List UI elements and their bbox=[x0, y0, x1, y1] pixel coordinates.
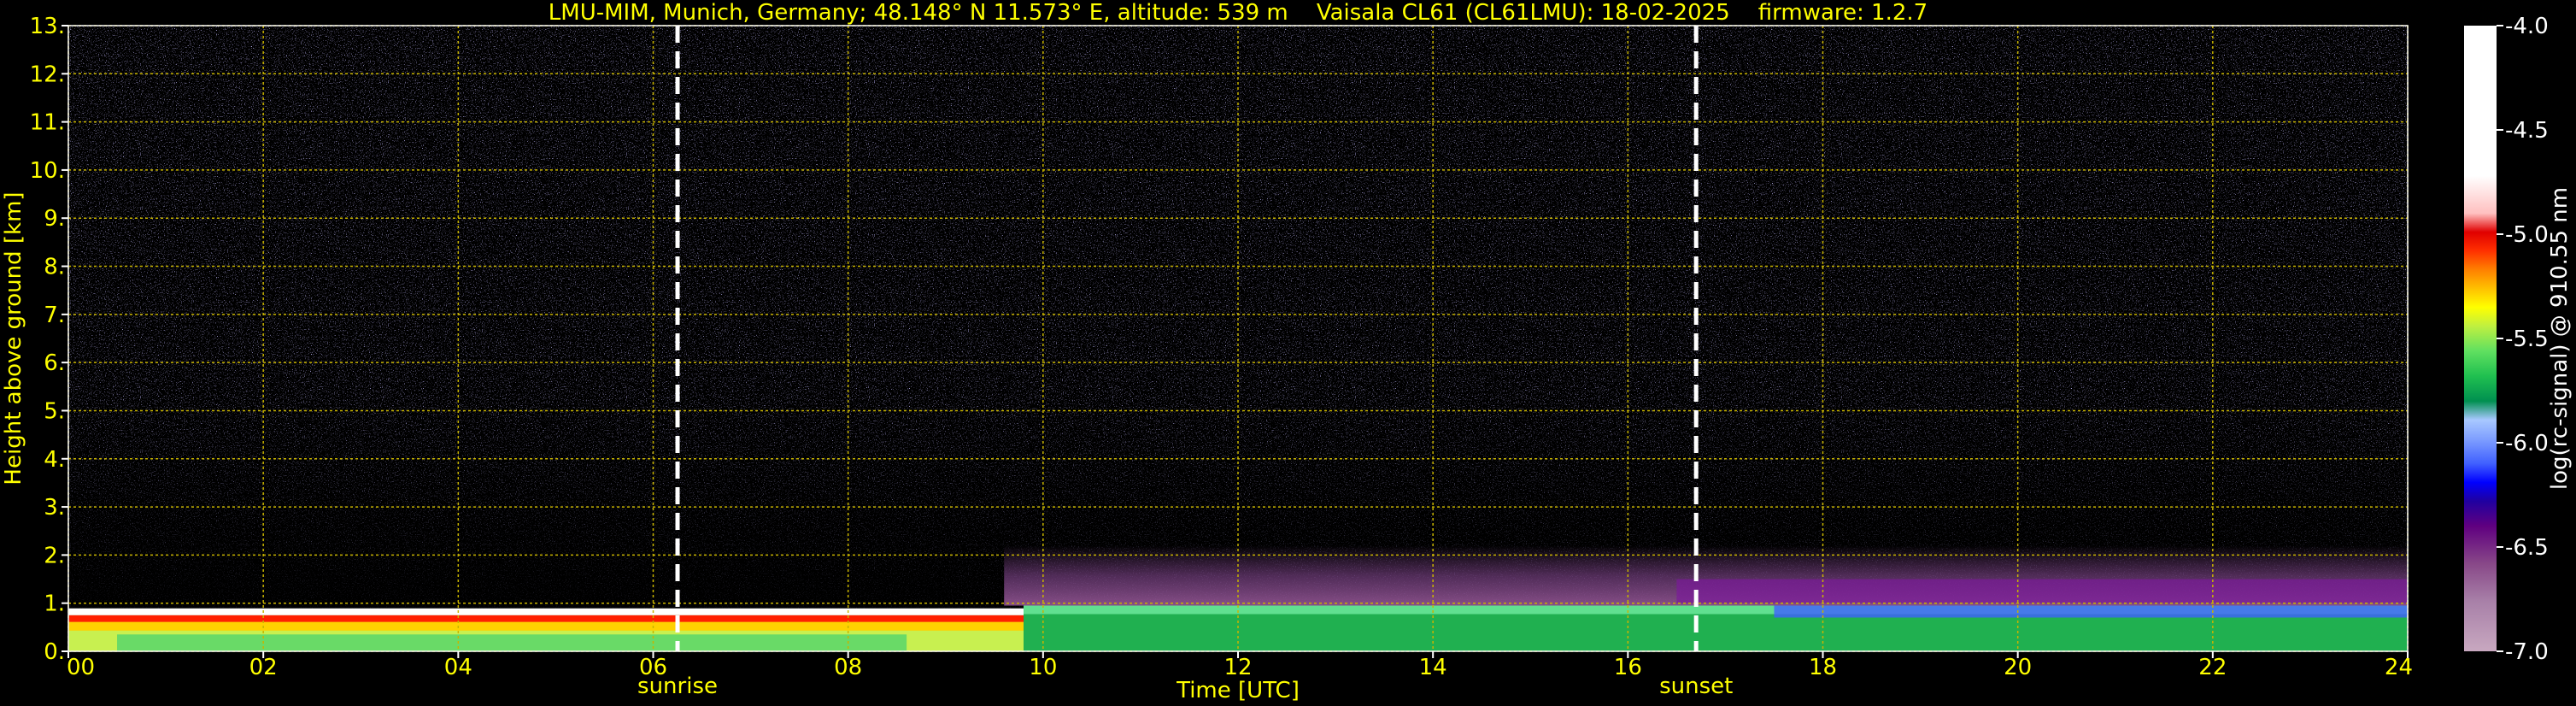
x-tick-label: 16 bbox=[1614, 655, 1642, 680]
low-cloud-green bbox=[117, 634, 907, 651]
y-tick-label: 13. bbox=[30, 14, 65, 39]
y-tick-label: 8. bbox=[44, 255, 65, 280]
colorbar-label: log(rc-signal) @ 910.55 nm bbox=[2547, 187, 2573, 490]
x-tick-label: 10 bbox=[1029, 655, 1057, 680]
annotation-label: sunset bbox=[1659, 674, 1733, 699]
x-tick-label: 14 bbox=[1419, 655, 1447, 680]
x-tick-label: 22 bbox=[2198, 655, 2227, 680]
y-tick-label: 12. bbox=[30, 62, 65, 87]
y-tick-label: 11. bbox=[30, 110, 65, 136]
y-tick-label: 3. bbox=[44, 495, 65, 521]
ceilometer-chart: sunrise sunset 00 02 04 06 08 10 12 14 16 18 20 22 24… bbox=[1, 0, 2573, 703]
x-tick-label: 02 bbox=[249, 655, 278, 680]
colorbar-tick-label: -7.0 bbox=[2505, 639, 2549, 665]
y-tick-label: 5. bbox=[44, 398, 65, 424]
y-tick-label: 0. bbox=[44, 639, 65, 665]
y-tick-label: 2. bbox=[44, 543, 65, 568]
y-tick-label: 4. bbox=[44, 447, 65, 473]
x-tick-label: 00 bbox=[67, 655, 95, 680]
colorbar-tick-label: -6.0 bbox=[2505, 431, 2549, 456]
y-tick-label: 9. bbox=[44, 206, 65, 232]
x-tick-label: 20 bbox=[2004, 655, 2032, 680]
chart-title: LMU-MIM, Munich, Germany; 48.148° N 11.5… bbox=[549, 0, 1928, 26]
colorbar-tick-label: -4.5 bbox=[2505, 118, 2549, 144]
elevated-aerosol-layer bbox=[1676, 579, 2408, 603]
x-tick-label: 24 bbox=[2385, 655, 2413, 680]
x-tick-label: 12 bbox=[1223, 655, 1252, 680]
y-axis-label: Height above ground [km] bbox=[1, 191, 26, 485]
y-tick-label: 6. bbox=[44, 350, 65, 376]
boundary-layer-blue-band bbox=[1774, 605, 2408, 618]
y-tick-label: 7. bbox=[44, 303, 65, 328]
x-axis-label: Time [UTC] bbox=[1176, 678, 1300, 703]
y-axis: 0. 1. 2. 3. 4. 5. 6. 7. 8. 9. 10. 11. 12. 13. bbox=[30, 14, 68, 665]
colorbar-tick-label: -6.5 bbox=[2505, 535, 2549, 561]
x-tick-label: 18 bbox=[1809, 655, 1837, 680]
x-tick-label: 08 bbox=[834, 655, 862, 680]
cloud-band-orange bbox=[68, 621, 1024, 631]
x-tick-label: 06 bbox=[639, 655, 667, 680]
colorbar-tick-label: -4.0 bbox=[2505, 14, 2549, 39]
x-axis: 00 02 04 06 08 10 12 14 16 18 20 22 24 bbox=[67, 651, 2413, 680]
colorbar-tick-label: -5.5 bbox=[2505, 327, 2549, 352]
colorbar-ticks: -4.0 -4.5 -5.0 -5.5 -6.0 -6.5 -7.0 bbox=[2497, 14, 2549, 665]
x-tick-label: 04 bbox=[444, 655, 472, 680]
cloud-top-red bbox=[68, 615, 1024, 622]
y-tick-label: 1. bbox=[44, 591, 65, 617]
colorbar bbox=[2464, 26, 2497, 651]
y-tick-label: 10. bbox=[30, 158, 65, 184]
cloud-top-white bbox=[68, 608, 1024, 615]
colorbar-tick-label: -5.0 bbox=[2505, 222, 2549, 248]
